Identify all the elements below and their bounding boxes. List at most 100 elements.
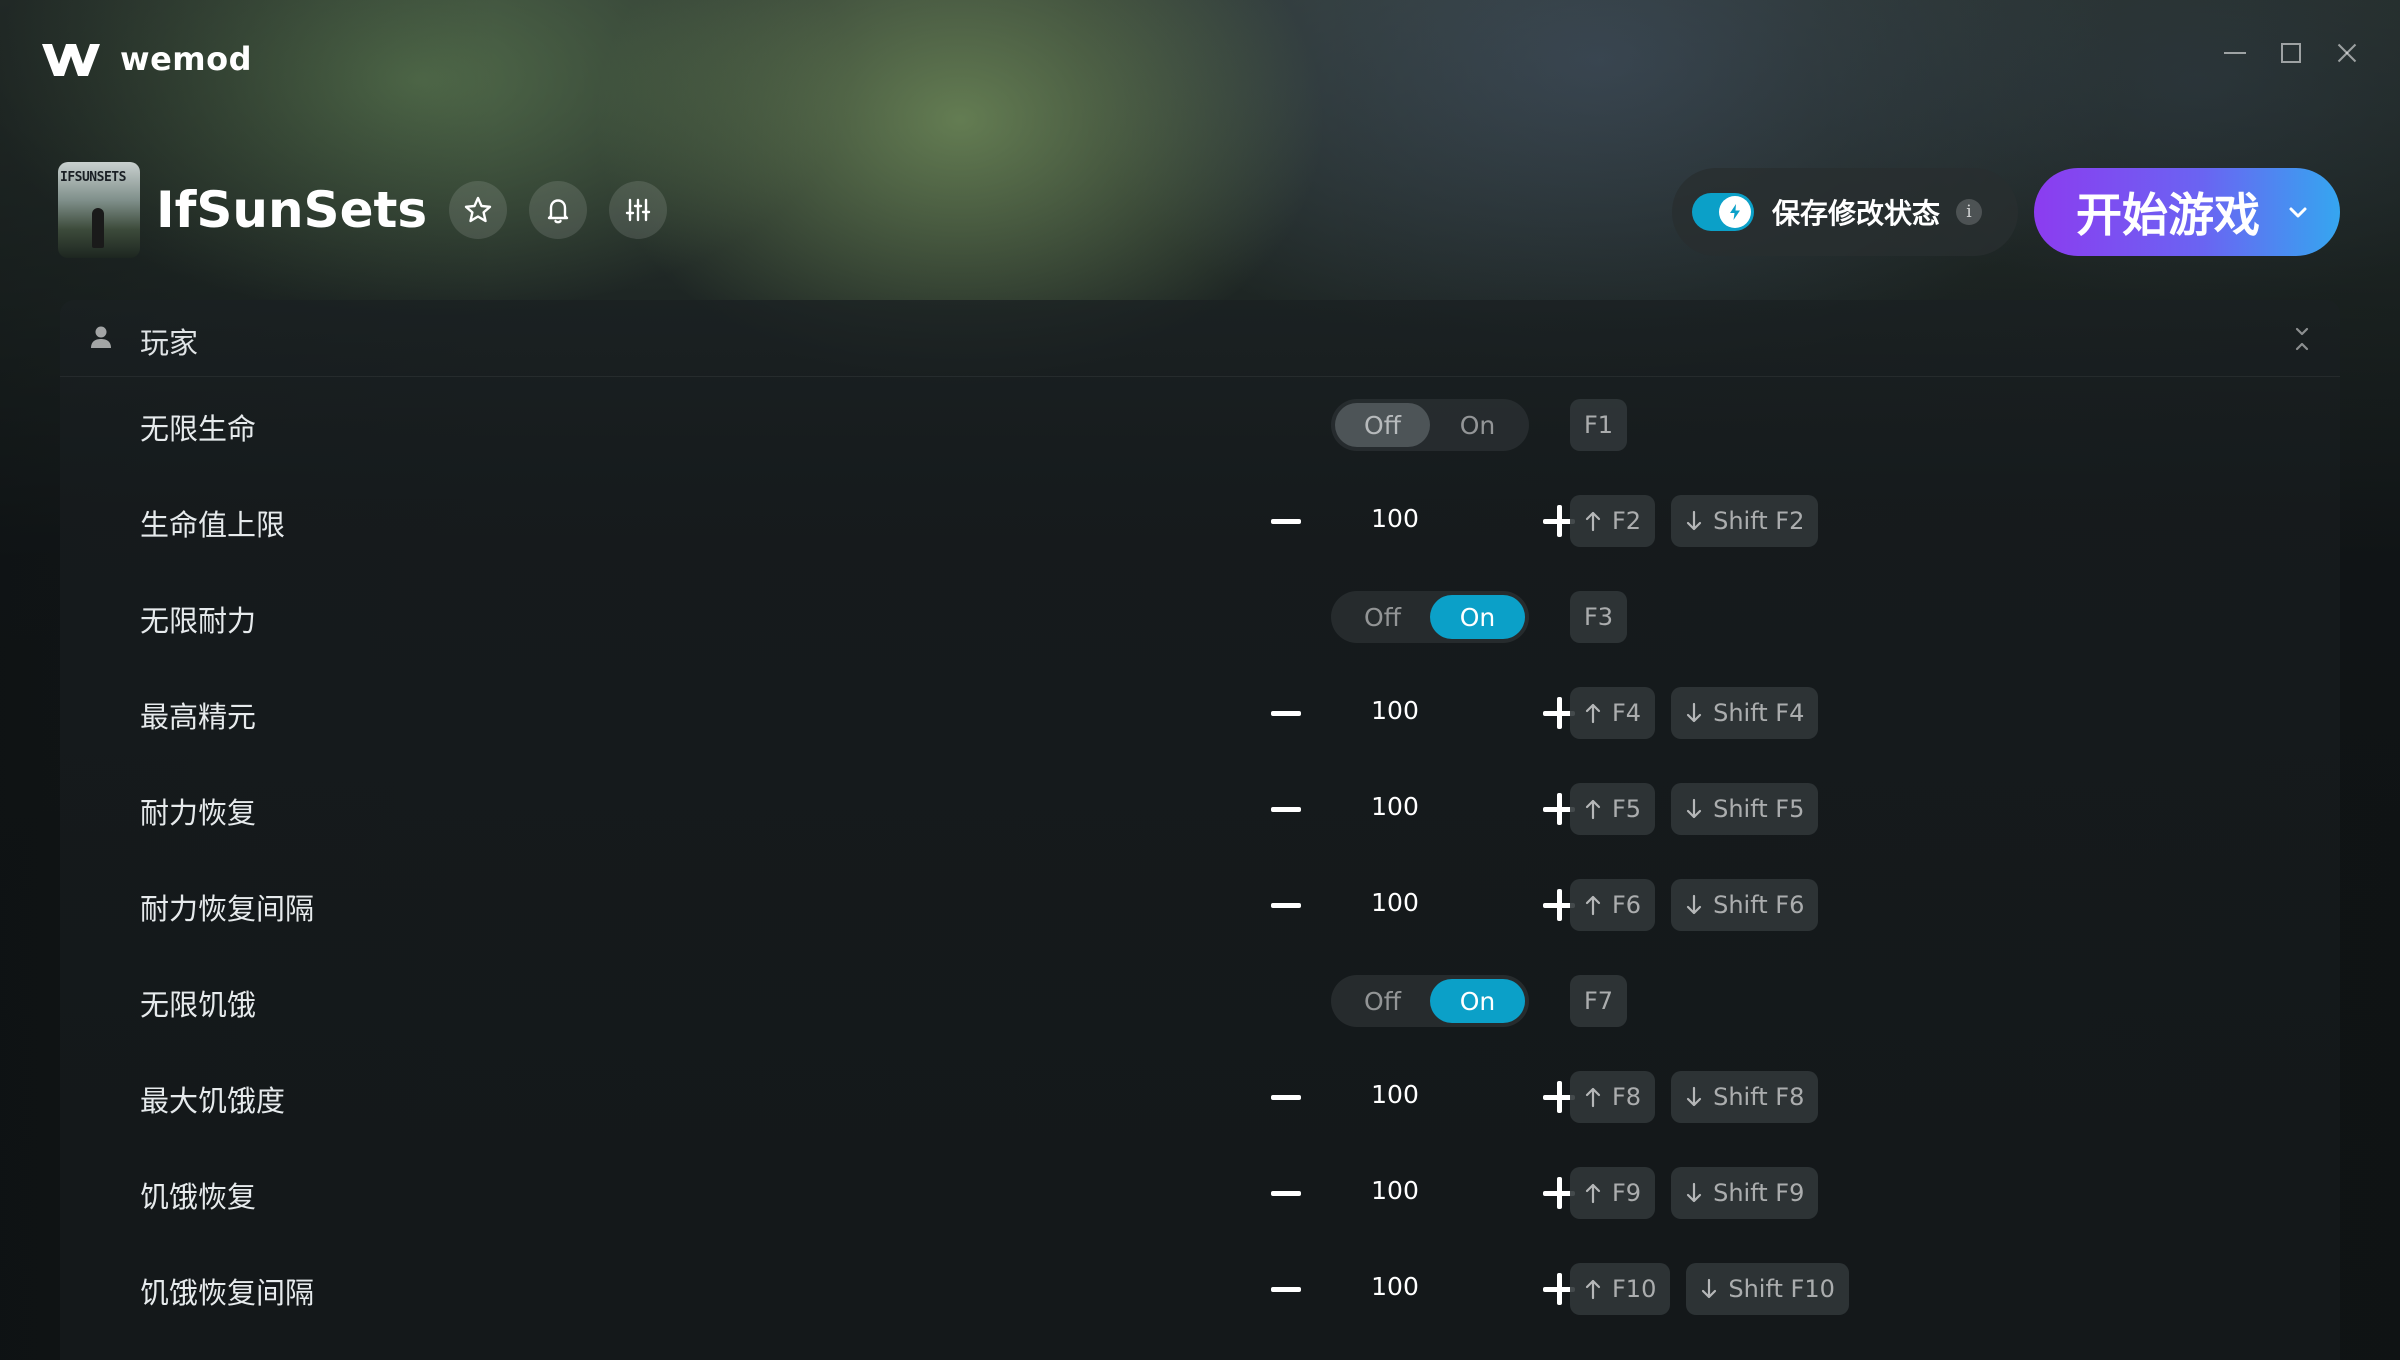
game-title: IfSunSets	[156, 181, 428, 239]
mod-toggle: Off On	[1331, 591, 1529, 643]
hotkey-label: Shift F6	[1713, 891, 1805, 919]
stepper-value[interactable]: 100	[1340, 504, 1450, 533]
person-icon	[91, 326, 111, 348]
hotkey-increase[interactable]: F6	[1570, 879, 1656, 931]
mod-row: 无限生命 Off On F1	[60, 378, 2340, 474]
star-icon	[464, 196, 492, 223]
decrease-button[interactable]	[1250, 1260, 1322, 1318]
decrease-button[interactable]	[1250, 492, 1322, 550]
hotkeys: F8 Shift F8	[1570, 1071, 1819, 1123]
mod-label: 无限饥饿	[140, 988, 257, 1022]
notifications-button[interactable]	[529, 181, 588, 239]
hotkey-decrease[interactable]: Shift F5	[1671, 783, 1819, 835]
hotkey-label: F9	[1612, 1179, 1642, 1207]
save-mods-toggle[interactable]	[1692, 193, 1754, 231]
close-icon[interactable]	[2334, 40, 2360, 66]
arrow-down-icon	[1686, 894, 1702, 915]
info-icon[interactable]: i	[1956, 199, 1983, 225]
arrow-down-icon	[1702, 1278, 1717, 1299]
save-mods-control: 保存修改状态 i	[1672, 168, 2018, 256]
minimize-icon[interactable]	[2222, 40, 2248, 66]
app-name: wemod	[120, 40, 252, 78]
window-controls	[2222, 40, 2360, 66]
arrow-up-icon	[1585, 799, 1601, 820]
chevron-down-icon[interactable]	[2286, 200, 2310, 224]
hotkey-decrease[interactable]: Shift F9	[1671, 1167, 1819, 1219]
hotkey-decrease[interactable]: Shift F10	[1686, 1263, 1849, 1315]
play-button[interactable]: 开始游戏	[2034, 168, 2340, 256]
hotkey-decrease[interactable]: Shift F8	[1671, 1071, 1819, 1123]
hotkey-increase[interactable]: F2	[1570, 495, 1656, 547]
hotkey-increase[interactable]: F4	[1570, 687, 1656, 739]
hotkey-increase[interactable]: F9	[1570, 1167, 1656, 1219]
mod-row: 耐力恢复 100 F5 Shift F5	[60, 762, 2340, 858]
mod-stepper: 100	[1250, 876, 1610, 934]
hotkey-toggle[interactable]: F7	[1570, 975, 1628, 1027]
favorite-button[interactable]	[449, 181, 508, 239]
toggle-on-option[interactable]: On	[1430, 979, 1525, 1023]
hotkeys: F1	[1570, 399, 1628, 451]
mod-stepper: 100	[1250, 492, 1610, 550]
mod-label: 无限耐力	[140, 604, 257, 638]
mod-row: 最大饥饿度 100 F8 Shift F8	[60, 1050, 2340, 1146]
hotkey-decrease[interactable]: Shift F6	[1671, 879, 1819, 931]
maximize-icon[interactable]	[2278, 40, 2304, 66]
toggle-off-option[interactable]: Off	[1335, 403, 1430, 447]
hotkeys: F10 Shift F10	[1570, 1263, 1849, 1315]
arrow-up-icon	[1585, 1279, 1601, 1300]
arrow-up-icon	[1585, 1087, 1601, 1108]
hotkey-increase[interactable]: F5	[1570, 783, 1656, 835]
arrow-down-icon	[1686, 1086, 1702, 1107]
collapse-icon[interactable]	[2292, 326, 2312, 352]
hotkey-toggle[interactable]: F3	[1570, 591, 1628, 643]
stepper-value[interactable]: 100	[1340, 792, 1450, 821]
toggle-on-option[interactable]: On	[1430, 595, 1525, 639]
hotkey-decrease[interactable]: Shift F4	[1671, 687, 1819, 739]
mod-label: 耐力恢复间隔	[140, 892, 315, 926]
lightning-icon	[1719, 196, 1751, 228]
hotkey-label: F8	[1612, 1083, 1642, 1111]
section-header-player[interactable]: 玩家	[60, 300, 2340, 377]
hotkey-label: Shift F5	[1713, 795, 1805, 823]
mod-row: 最高精元 100 F4 Shift F4	[60, 666, 2340, 762]
hotkey-label: F4	[1612, 699, 1642, 727]
app-logo: wemod	[40, 38, 252, 80]
hotkeys: F6 Shift F6	[1570, 879, 1819, 931]
play-label: 开始游戏	[2076, 188, 2260, 242]
decrease-button[interactable]	[1250, 780, 1322, 838]
hotkey-decrease[interactable]: Shift F2	[1671, 495, 1819, 547]
mod-toggle: Off On	[1331, 399, 1529, 451]
toggle-off-option[interactable]: Off	[1335, 979, 1430, 1023]
mod-row: 无限耐力 Off On F3	[60, 570, 2340, 666]
mod-label: 最高精元	[140, 700, 257, 734]
mod-label: 无限生命	[140, 412, 257, 446]
decrease-button[interactable]	[1250, 876, 1322, 934]
hotkey-toggle[interactable]: F1	[1570, 399, 1628, 451]
toggle-off-option[interactable]: Off	[1335, 595, 1430, 639]
arrow-up-icon	[1585, 895, 1601, 916]
section-title: 玩家	[140, 326, 199, 360]
settings-button[interactable]	[609, 181, 668, 239]
mod-stepper: 100	[1250, 780, 1610, 838]
hotkey-increase[interactable]: F8	[1570, 1071, 1656, 1123]
decrease-button[interactable]	[1250, 1164, 1322, 1222]
decrease-button[interactable]	[1250, 1068, 1322, 1126]
mod-label: 饥饿恢复间隔	[140, 1276, 315, 1310]
mod-label: 最大饥饿度	[140, 1084, 286, 1118]
stepper-value[interactable]: 100	[1340, 696, 1450, 725]
mod-row: 耐力恢复间隔 100 F6 Shift F6	[60, 858, 2340, 954]
stepper-value[interactable]: 100	[1340, 1176, 1450, 1205]
hotkey-label: F5	[1612, 795, 1642, 823]
hotkey-label: Shift F8	[1713, 1083, 1805, 1111]
stepper-value[interactable]: 100	[1340, 888, 1450, 917]
decrease-button[interactable]	[1250, 684, 1322, 742]
cover-title: IFSUNSETS	[60, 170, 126, 185]
hotkey-increase[interactable]: F10	[1570, 1263, 1671, 1315]
stepper-value[interactable]: 100	[1340, 1080, 1450, 1109]
wemod-logo-icon	[42, 44, 100, 76]
arrow-down-icon	[1686, 510, 1702, 531]
toggle-on-option[interactable]: On	[1430, 403, 1525, 447]
arrow-up-icon	[1585, 703, 1601, 724]
stepper-value[interactable]: 100	[1340, 1272, 1450, 1301]
bell-icon	[547, 199, 569, 224]
